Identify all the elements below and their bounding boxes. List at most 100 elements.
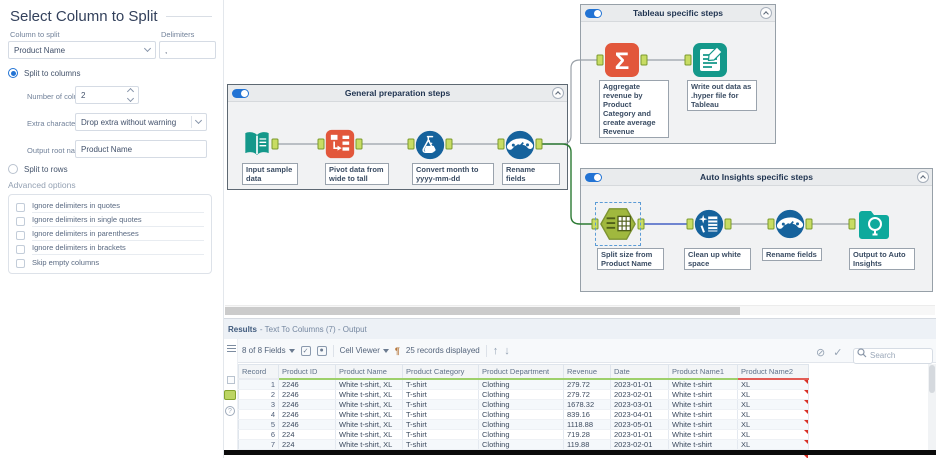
data-cell[interactable]: 1118.88 <box>564 419 611 429</box>
table-row[interactable]: 6224White t-shirt, XLT-shirtClothing719.… <box>239 429 809 439</box>
data-cell[interactable]: White t-shirt, XL <box>336 419 403 429</box>
info-icon[interactable]: ? <box>225 406 235 416</box>
data-cell[interactable]: White t-shirt, XL <box>336 439 403 449</box>
record-number-cell[interactable]: 3 <box>239 399 279 409</box>
checkbox-unchecked[interactable] <box>16 245 25 254</box>
record-number-cell[interactable]: 1 <box>239 379 279 390</box>
collapse-button[interactable] <box>552 87 564 99</box>
canvas-horizontal-scrollbar[interactable] <box>225 305 935 315</box>
checkbox-unchecked[interactable] <box>16 231 25 240</box>
data-cell[interactable]: 2023-03-01 <box>611 399 669 409</box>
table-row[interactable]: 22246White t-shirt, XLT-shirtClothing279… <box>239 389 809 399</box>
column-header[interactable]: Revenue <box>564 365 611 379</box>
select-fields-icon[interactable]: ✓ <box>301 346 311 356</box>
arrow-down-icon[interactable]: ↓ <box>504 346 510 356</box>
data-cell[interactable]: Clothing <box>479 419 564 429</box>
data-cell[interactable]: Clothing <box>479 409 564 419</box>
delimiters-input[interactable]: , <box>159 41 216 59</box>
output-data-tool-icon[interactable] <box>692 42 728 78</box>
data-cell[interactable]: 279.72 <box>564 379 611 390</box>
whitespace-toggle-icon[interactable]: ¶ <box>395 346 400 356</box>
data-cell[interactable]: White t-shirt <box>669 409 738 419</box>
data-cell[interactable]: XL <box>738 379 809 390</box>
column-header[interactable]: Product Category <box>403 365 479 379</box>
select-tool-icon[interactable] <box>775 209 805 239</box>
record-number-cell[interactable]: 4 <box>239 409 279 419</box>
scrollbar-thumb[interactable] <box>225 307 740 315</box>
metadata-view-icon[interactable] <box>227 376 235 384</box>
data-cell[interactable]: 224 <box>279 429 336 439</box>
data-cell[interactable]: 2023-04-01 <box>611 409 669 419</box>
summarize-tool-icon[interactable]: Σ <box>604 42 640 78</box>
tool-annotation[interactable]: Rename fields <box>502 163 560 185</box>
menu-icon[interactable] <box>227 345 236 346</box>
data-cell[interactable]: White t-shirt <box>669 399 738 409</box>
data-cell[interactable]: 2246 <box>279 379 336 390</box>
output-auto-insights-tool-icon[interactable] <box>856 206 892 242</box>
container-enabled-toggle[interactable] <box>585 173 602 182</box>
data-cell[interactable]: XL <box>738 389 809 399</box>
data-cell[interactable]: Clothing <box>479 389 564 399</box>
data-cell[interactable]: White t-shirt, XL <box>336 409 403 419</box>
data-cell[interactable]: XL <box>738 399 809 409</box>
checkbox-unchecked[interactable] <box>16 203 25 212</box>
tool-annotation[interactable]: Output to Auto Insights <box>849 248 915 270</box>
column-header[interactable]: Product Department <box>479 365 564 379</box>
data-cell[interactable]: Clothing <box>479 399 564 409</box>
data-cell[interactable]: T-shirt <box>403 409 479 419</box>
deselect-fields-icon[interactable]: ● <box>317 346 327 356</box>
data-cell[interactable]: White t-shirt <box>669 389 738 399</box>
tool-annotation[interactable]: Pivot data from wide to tall <box>325 163 389 185</box>
table-row[interactable]: 32246White t-shirt, XLT-shirtClothing167… <box>239 399 809 409</box>
split-to-rows-radio[interactable]: Split to rows <box>8 164 68 174</box>
data-cell[interactable]: 1678.32 <box>564 399 611 409</box>
workflow-canvas[interactable]: General preparation steps Tableau specif… <box>224 0 936 318</box>
arrow-up-icon[interactable]: ↑ <box>493 346 499 356</box>
extra-characters-select[interactable]: Drop extra without warning <box>75 113 207 131</box>
data-cell[interactable]: 119.88 <box>564 439 611 449</box>
data-cell[interactable]: 2023-02-01 <box>611 389 669 399</box>
select-tool-icon[interactable] <box>505 130 535 160</box>
results-vertical-scrollbar[interactable] <box>928 364 936 450</box>
data-cell[interactable]: 839.16 <box>564 409 611 419</box>
tool-annotation[interactable]: Split size from Product Name <box>597 248 664 270</box>
tool-annotation[interactable]: Convert month to yyyy-mm-dd <box>412 163 494 185</box>
split-to-columns-radio[interactable]: Split to columns <box>8 68 80 78</box>
data-cell[interactable]: 2023-05-01 <box>611 419 669 429</box>
data-cell[interactable]: White t-shirt <box>669 379 738 390</box>
column-header[interactable]: Product Name1 <box>669 365 738 379</box>
record-number-cell[interactable]: 7 <box>239 439 279 449</box>
record-number-cell[interactable]: 2 <box>239 389 279 399</box>
data-cell[interactable]: T-shirt <box>403 399 479 409</box>
data-cell[interactable]: T-shirt <box>403 439 479 449</box>
tool-annotation[interactable]: Aggregate revenue by Product Category an… <box>599 80 669 138</box>
number-of-columns-stepper[interactable]: 2 <box>75 86 139 104</box>
table-row[interactable]: 7224White t-shirt, XLT-shirtClothing119.… <box>239 439 809 449</box>
data-cleansing-tool-icon[interactable] <box>694 209 724 239</box>
data-cell[interactable]: XL <box>738 409 809 419</box>
data-cell[interactable]: White t-shirt <box>669 439 738 449</box>
data-cell[interactable]: White t-shirt <box>669 419 738 429</box>
record-number-cell[interactable]: 5 <box>239 419 279 429</box>
data-cell[interactable]: T-shirt <box>403 389 479 399</box>
data-cell[interactable]: 2023-01-01 <box>611 429 669 439</box>
container-enabled-toggle[interactable] <box>232 89 249 98</box>
checkbox-unchecked[interactable] <box>16 259 25 268</box>
tool-annotation[interactable]: Clean up white space <box>684 248 751 270</box>
no-filter-icon[interactable]: ⊘ <box>816 346 825 359</box>
advanced-option-row[interactable]: Ignore delimiters in parentheses <box>16 228 204 242</box>
transpose-tool-icon[interactable] <box>325 129 355 159</box>
data-cell[interactable]: 224 <box>279 439 336 449</box>
column-header[interactable]: Product Name2 <box>738 365 809 379</box>
data-cell[interactable]: XL <box>738 439 809 449</box>
column-header[interactable]: Product ID <box>279 365 336 379</box>
advanced-option-row[interactable]: Ignore delimiters in single quotes <box>16 214 204 228</box>
collapse-button[interactable] <box>917 171 929 183</box>
checkbox-unchecked[interactable] <box>16 217 25 226</box>
text-to-columns-tool-icon[interactable] <box>599 206 637 242</box>
data-cell[interactable]: Clothing <box>479 379 564 390</box>
record-number-cell[interactable]: 6 <box>239 429 279 439</box>
apply-icon[interactable]: ✓ <box>833 346 842 359</box>
column-to-split-select[interactable]: Product Name <box>8 41 156 59</box>
data-cell[interactable]: 719.28 <box>564 429 611 439</box>
